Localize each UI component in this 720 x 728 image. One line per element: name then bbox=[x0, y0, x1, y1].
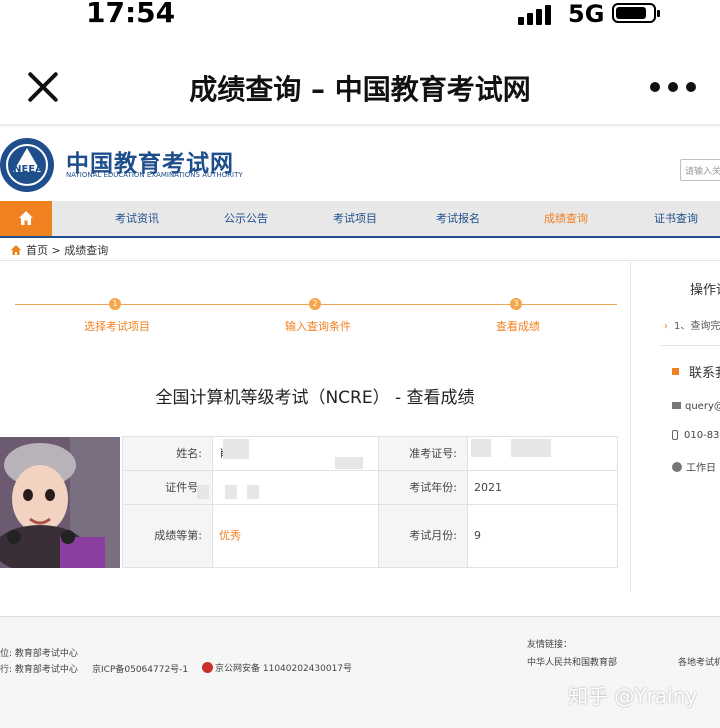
month-value: 9 bbox=[474, 529, 481, 542]
contact-hours: 工作日 ( bbox=[672, 459, 720, 474]
nav-item-notices[interactable]: 公示公告 bbox=[224, 201, 268, 236]
page-title: 成绩查询 – 中国教育考试网 bbox=[189, 73, 531, 106]
ticket-label: 准考证号: bbox=[379, 437, 467, 470]
redaction-block bbox=[223, 439, 249, 459]
contact-email[interactable]: query@ bbox=[672, 401, 720, 412]
site-logo-subtitle: NATIONAL EDUCATION EXAMINATIONS AUTHORIT… bbox=[66, 171, 243, 179]
footer-police-text: 京公网安备 11040202430017号 bbox=[215, 664, 353, 674]
status-bar: 17:54 5G bbox=[0, 0, 720, 30]
footer-host-value: 教育部考试中心 bbox=[14, 649, 78, 659]
phone-icon bbox=[672, 430, 678, 440]
chevron-right-icon: › bbox=[664, 321, 668, 332]
sidebar-link-text: 1、查询完 bbox=[674, 321, 720, 332]
footer-operator: 行: 教育部考试中心 bbox=[0, 662, 78, 675]
nav-item-certificate[interactable]: 证书查询 bbox=[654, 201, 698, 236]
footer-operator-prefix: 行: bbox=[0, 665, 13, 675]
breadcrumb-home[interactable]: 首页 bbox=[26, 244, 48, 257]
signal-icon bbox=[518, 3, 558, 25]
candidate-photo bbox=[0, 437, 120, 568]
phone-text: 010-830 bbox=[684, 430, 720, 441]
friends-label: 友情链接： bbox=[527, 640, 573, 650]
watermark: 知乎 @Yrainy bbox=[568, 684, 698, 708]
status-time: 17:54 bbox=[86, 0, 176, 29]
redaction-block bbox=[471, 439, 491, 457]
grade-label: 成绩等第: bbox=[123, 505, 212, 567]
result-table: 姓名: 肖 准考证号: 证件号: 考试年份: 2021 成绩等第: 优秀 考试月… bbox=[122, 436, 618, 568]
contact-title: 联系我 bbox=[689, 366, 720, 381]
sidebar-title: 操作说 bbox=[690, 283, 720, 298]
sidebar-divider bbox=[630, 262, 631, 592]
clock-icon bbox=[672, 462, 682, 472]
hours-text: 工作日 ( bbox=[686, 463, 720, 474]
nav-item-registration[interactable]: 考试报名 bbox=[436, 201, 480, 236]
bullet-icon bbox=[672, 368, 679, 375]
step-3-label: 查看成绩 bbox=[496, 320, 540, 333]
friend-link-local[interactable]: 各地考试机 bbox=[678, 655, 720, 668]
footer-icp[interactable]: 京ICP备05064772号-1 bbox=[92, 662, 188, 675]
result-title: 全国计算机等级考试（NCRE） - 查看成绩 bbox=[155, 388, 475, 408]
candidate-photo-image bbox=[0, 437, 120, 568]
contact-heading: 联系我 bbox=[672, 362, 720, 381]
sidebar-separator bbox=[660, 345, 720, 346]
grade-value: 优秀 bbox=[219, 529, 241, 542]
step-1-label: 选择考试项目 bbox=[84, 320, 150, 333]
nav-item-exams[interactable]: 考试项目 bbox=[333, 201, 377, 236]
step-1-marker: 1 bbox=[109, 298, 121, 310]
redaction-block bbox=[335, 457, 363, 469]
site-footer: 位: 教育部考试中心 行: 教育部考试中心 京ICP备05064772号-1 京… bbox=[0, 616, 720, 728]
step-3-marker: 3 bbox=[510, 298, 522, 310]
footer-host: 位: 教育部考试中心 bbox=[0, 646, 78, 659]
name-label: 姓名: bbox=[123, 437, 212, 470]
nav-divider bbox=[0, 124, 720, 128]
battery-icon bbox=[612, 3, 660, 23]
neea-logo-icon[interactable]: NEEA bbox=[0, 138, 54, 192]
redaction-block bbox=[247, 485, 259, 499]
footer-police[interactable]: 京公网安备 11040202430017号 bbox=[202, 661, 352, 674]
nav-item-news[interactable]: 考试资讯 bbox=[115, 201, 159, 236]
footer-host-prefix: 位: bbox=[0, 649, 13, 659]
month-label: 考试月份: bbox=[379, 505, 467, 567]
search-input[interactable]: 请输入关键 bbox=[680, 159, 720, 181]
more-icon[interactable] bbox=[650, 80, 696, 94]
footer-operator-value: 教育部考试中心 bbox=[14, 665, 78, 675]
home-icon bbox=[11, 245, 21, 255]
main-nav: 考试资讯 公示公告 考试项目 考试报名 成绩查询 证书查询 bbox=[0, 201, 720, 238]
mail-icon bbox=[672, 402, 681, 409]
browser-nav-bar: 成绩查询 – 中国教育考试网 bbox=[0, 48, 720, 128]
close-icon[interactable] bbox=[26, 70, 60, 104]
nav-item-score-query[interactable]: 成绩查询 bbox=[544, 201, 588, 236]
step-2-marker: 2 bbox=[309, 298, 321, 310]
divider bbox=[0, 260, 720, 261]
year-value: 2021 bbox=[474, 481, 502, 494]
year-label: 考试年份: bbox=[379, 471, 467, 504]
email-text: query@ bbox=[685, 401, 720, 412]
logo-badge-text: NEEA bbox=[13, 164, 43, 175]
breadcrumb-current: 成绩查询 bbox=[64, 244, 109, 257]
friend-link-moe[interactable]: 中华人民共和国教育部 bbox=[527, 655, 617, 668]
police-badge-icon bbox=[202, 662, 213, 673]
nav-home-tab[interactable] bbox=[0, 201, 52, 236]
breadcrumb-separator: > bbox=[51, 244, 61, 257]
home-icon bbox=[19, 211, 33, 225]
network-type: 5G bbox=[568, 0, 605, 28]
breadcrumb: 首页 > 成绩查询 bbox=[10, 242, 108, 258]
id-value bbox=[213, 471, 378, 504]
step-2-label: 输入查询条件 bbox=[285, 320, 351, 333]
redaction-block bbox=[197, 485, 209, 499]
redaction-block bbox=[511, 439, 551, 457]
redaction-block bbox=[225, 485, 237, 499]
site-header: NEEA 中国教育考试网 NATIONAL EDUCATION EXAMINAT… bbox=[0, 130, 720, 200]
contact-phone: 010-830 bbox=[672, 430, 720, 441]
sidebar-link[interactable]: › 1、查询完 bbox=[664, 317, 720, 332]
